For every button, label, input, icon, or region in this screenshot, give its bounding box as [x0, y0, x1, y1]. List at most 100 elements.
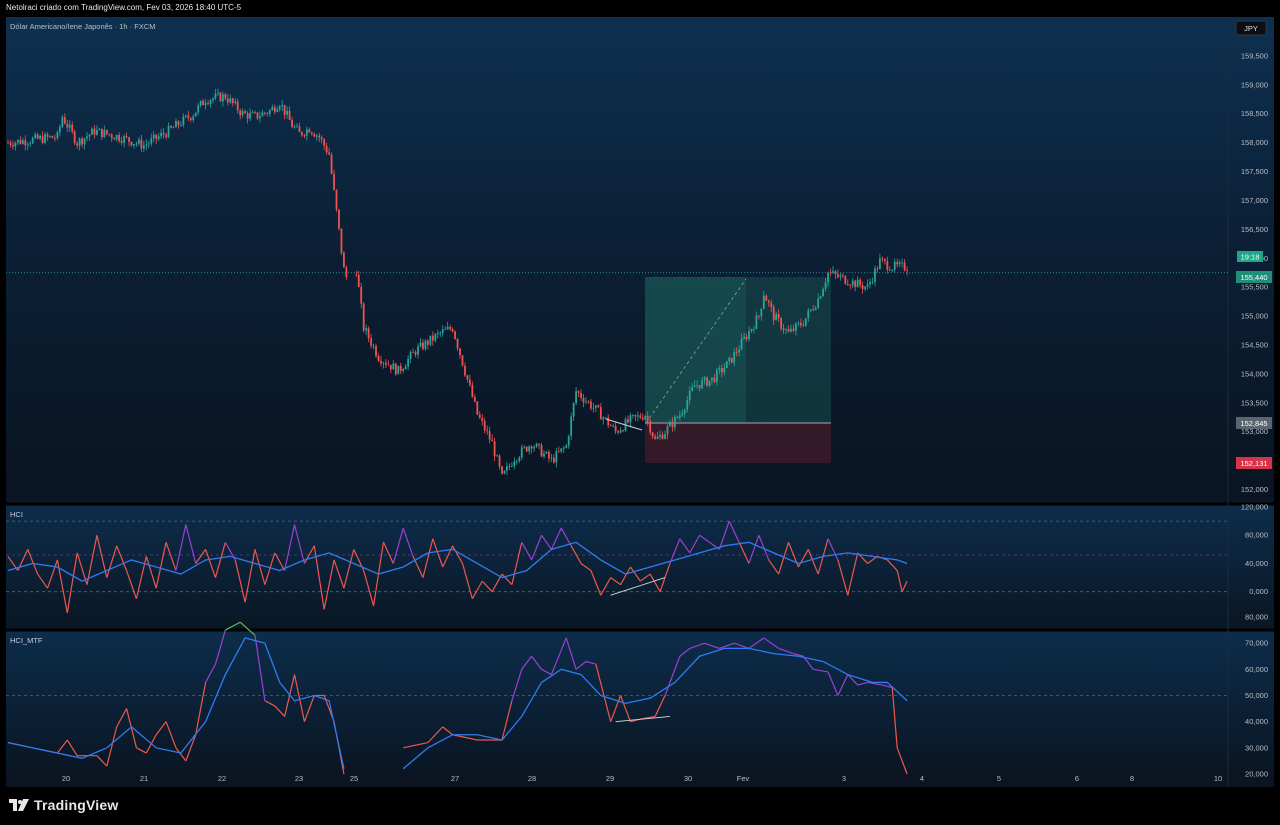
candle-body [345, 267, 348, 278]
candle-body [271, 106, 274, 111]
candle-body [197, 105, 200, 113]
candle-body [691, 387, 694, 391]
candle-body [251, 112, 254, 114]
candle-body [446, 326, 449, 330]
candle-body [841, 275, 844, 277]
candle-body [545, 451, 548, 454]
time-tick-label: 29 [606, 774, 614, 783]
candle-body [767, 300, 770, 303]
price-tick-label: 158,000 [1241, 138, 1268, 147]
candle-body [688, 390, 691, 401]
chart-frame[interactable]: 159,500 159,000 158,500 158,000 157,500 157,0… [6, 17, 1274, 787]
candle-body [226, 98, 229, 103]
candle-body [809, 309, 812, 311]
candle-body [231, 98, 234, 103]
time-tick-label: 8 [1130, 774, 1134, 783]
candle-body [36, 134, 39, 139]
candle-body [859, 279, 862, 286]
candle-body [318, 135, 321, 138]
candle-body [876, 268, 879, 270]
candle-body [365, 328, 368, 331]
osc-tick-label: 120,000 [1241, 503, 1268, 512]
chart-svg[interactable]: 159,500 159,000 158,500 158,000 157,500 157,0… [6, 17, 1274, 787]
candle-body [765, 295, 768, 301]
candle-body [108, 134, 111, 135]
candle-body [757, 315, 760, 317]
candle-body [330, 154, 333, 174]
price-tick-label: 158,500 [1241, 109, 1268, 118]
countdown-text: 19:18 [1241, 253, 1260, 262]
candle-body [824, 282, 827, 289]
candle-body [340, 228, 343, 253]
candle-body [204, 103, 207, 106]
candle-body [170, 125, 172, 128]
candle-body [16, 139, 19, 143]
hci-mtf-pane-bg [6, 630, 1274, 772]
time-tick-label: 30 [684, 774, 692, 783]
candle-body [508, 466, 511, 467]
candle-body [515, 460, 518, 462]
candle-body [362, 303, 365, 331]
candle-body [577, 391, 580, 393]
candle-body [157, 136, 160, 139]
osc-tick-label: 0,000 [1249, 587, 1268, 596]
position-loss-zone[interactable] [645, 423, 831, 463]
candle-body [681, 413, 684, 416]
candle-body [128, 137, 130, 142]
candle-body [21, 140, 24, 144]
candle-body [7, 142, 9, 144]
candle-body [503, 470, 506, 474]
candle-body [587, 401, 590, 403]
candle-body [259, 116, 261, 119]
candle-body [646, 415, 649, 421]
candle-body [56, 132, 59, 139]
candle-body [286, 110, 289, 115]
candle-body [540, 444, 543, 457]
price-tick-label: 155,000 [1241, 312, 1268, 321]
candle-body [14, 142, 17, 147]
candle-body [693, 385, 696, 388]
brand[interactable]: TradingView [8, 797, 118, 813]
candle-body [780, 318, 783, 329]
candle-body [560, 448, 563, 452]
candle-body [864, 286, 866, 289]
candle-body [785, 329, 787, 331]
candle-body [130, 141, 133, 146]
candle-body [150, 138, 153, 144]
candle-body [224, 94, 227, 99]
candle-body [219, 92, 222, 102]
hci-label: HCI [10, 510, 23, 519]
candle-body [165, 134, 167, 138]
time-tick-label: 10 [1214, 774, 1222, 783]
candle-body [71, 124, 74, 132]
osc-tick-label: 80,000 [1245, 531, 1268, 540]
candle-body [44, 134, 46, 143]
candle-body [506, 466, 508, 471]
candle-body [123, 136, 125, 143]
candle-body [424, 340, 427, 349]
candle-body [100, 128, 103, 138]
candle-body [145, 144, 148, 146]
candle-body [138, 139, 140, 144]
candle-body [63, 117, 66, 124]
candle-body [91, 128, 93, 135]
candle-body [510, 466, 513, 467]
candle-body [367, 328, 370, 339]
candle-body [449, 326, 452, 330]
candle-body [110, 134, 113, 138]
candle-body [125, 136, 128, 138]
candle-body [891, 269, 894, 271]
candle-body [439, 332, 442, 334]
candle-body [594, 405, 597, 408]
candle-body [866, 284, 869, 287]
candle-body [422, 342, 424, 349]
brand-name: TradingView [34, 797, 119, 813]
candle-body [607, 417, 610, 426]
candle-body [244, 111, 247, 114]
candle-body [906, 270, 908, 272]
candle-body [29, 143, 32, 145]
candle-body [548, 451, 550, 459]
candle-body [772, 307, 775, 321]
candle-body [96, 129, 98, 135]
price-tick-label: 154,500 [1241, 341, 1268, 350]
